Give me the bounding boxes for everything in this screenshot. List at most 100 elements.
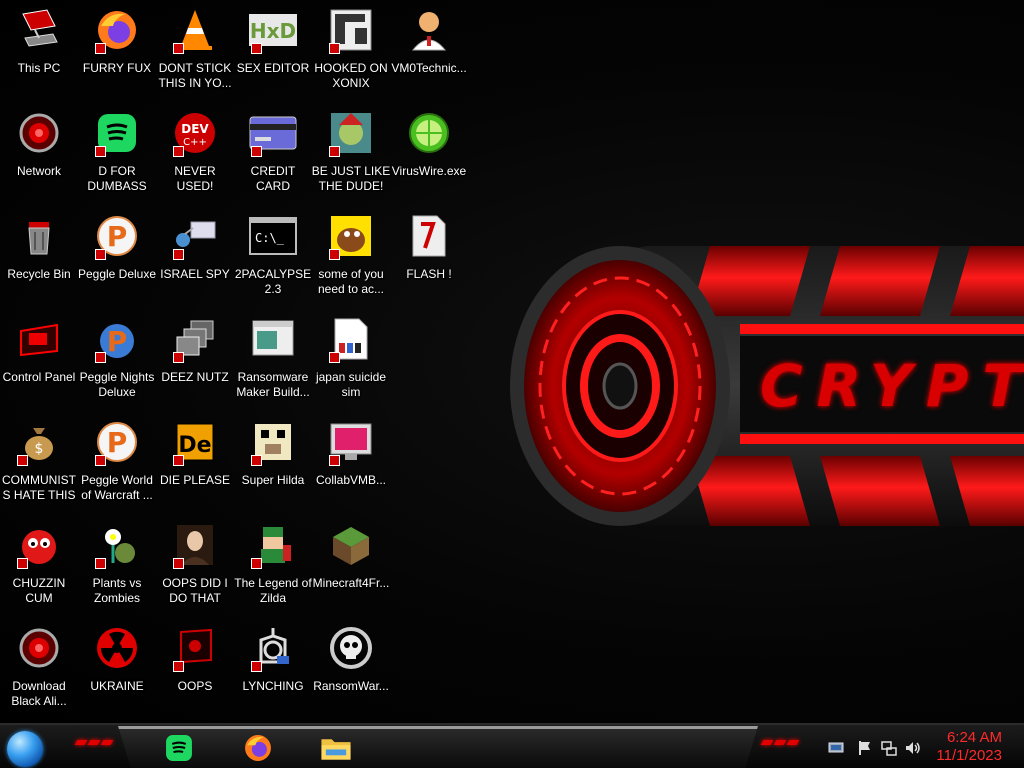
shortcut-arrow-icon [95,352,106,363]
monitor-red-icon [171,624,219,672]
svg-text:DEV: DEV [181,122,209,136]
desktop-icon-label: Network [16,164,61,178]
svg-text:$: $ [35,441,44,457]
monitor-pink-icon [327,418,375,466]
desktop-icon-recycle-bin[interactable]: Recycle Bin [0,206,78,306]
taskbar-app-area [118,726,758,768]
desktop-icon-israel-spy[interactable]: ISRAEL SPY [156,206,234,306]
desktop-icon-peggle-nights[interactable]: P Peggle Nights Deluxe [78,309,156,409]
desktop-icon-label: BE JUST LIKE THE DUDE! [311,164,391,193]
noose-icon [249,624,297,672]
svg-text:P: P [107,220,128,253]
xonix-maze-icon [327,6,375,54]
desktop-icon-ransomware-maker[interactable]: Ransomware Maker Build... [234,309,312,409]
desktop-icon-super-hilda[interactable]: Super Hilda [234,412,312,512]
shortcut-arrow-icon [17,455,28,466]
desktop-icon-ukraine[interactable]: UKRAINE [78,618,156,718]
desktop-icon-sex-editor[interactable]: HxD SEX EDITOR [234,0,312,100]
desktop-icon-d-for-dumbass[interactable]: D FOR DUMBASS [78,103,156,203]
desktop-icon-never-used[interactable]: DEV C++ NEVER USED! [156,103,234,203]
desktop-icon-label: some of you need to ac... [317,267,385,296]
shortcut-arrow-icon [329,352,340,363]
taskbar-decoration-right [760,740,800,746]
desktop-icon-peggle-deluxe[interactable]: P Peggle Deluxe [78,206,156,306]
desktop-icon-vm0technic[interactable]: VM0Technic... [390,0,468,100]
action-center-flag-icon[interactable] [857,740,873,756]
shortcut-arrow-icon [329,455,340,466]
desktop-icon-label: Super Hilda [241,473,305,487]
spotify-icon[interactable] [163,732,195,764]
pixel-dog-icon [249,418,297,466]
network-adapter-icon[interactable] [828,740,844,756]
desktop-icon-control-panel[interactable]: Control Panel [0,309,78,409]
money-bag-icon: $ [15,418,63,466]
shortcut-arrow-icon [95,146,106,157]
desktop-icon-download-black-ali[interactable]: Download Black Ali... [0,618,78,718]
desktop-icon-be-just-like-the-dude[interactable]: BE JUST LIKE THE DUDE! [312,103,390,203]
shortcut-arrow-icon [251,455,262,466]
desktop-icon-label: FLASH ! [406,267,452,281]
ethernet-icon[interactable] [881,740,897,756]
desktop-icon-furry-fux[interactable]: FURRY FUX [78,0,156,100]
clock-date[interactable]: 11/1/2023 [912,747,1002,764]
svg-text:C:\_: C:\_ [255,231,285,245]
desktop-icon-label: Recycle Bin [7,267,71,281]
desktop-icon-viruswire[interactable]: VirusWire.exe [390,103,468,203]
desktop-icon-dont-stick[interactable]: DONT STICK THIS IN YO... [156,0,234,100]
desktop[interactable]: CRYPTIC This PC Network Recycle Bin Cont… [0,0,1024,723]
flash-document-icon [405,212,453,260]
desktop-icon-minecraft[interactable]: Minecraft4Fr... [312,515,390,615]
desktop-icon-oops[interactable]: OOPS [156,618,234,718]
firefox-icon[interactable] [242,732,274,764]
desktop-icon-label: CREDIT CARD CHECKER [250,164,296,193]
desktop-icon-label: SEX EDITOR [236,61,310,75]
limewire-lime-icon [405,109,453,157]
desktop-icon-label: LYNCHING [242,679,304,693]
desktop-icon-ransomwar[interactable]: RansomWar... [312,618,390,718]
svg-text:P: P [107,426,128,459]
desktop-icon-label: Peggle Deluxe [77,267,157,281]
technician-avatar-icon [405,6,453,54]
shortcut-arrow-icon [173,352,184,363]
shortcut-arrow-icon [173,146,184,157]
taskbar-decoration-left [74,740,114,746]
desktop-icon-label: VM0Technic... [391,61,467,75]
desktop-icon-label: CHUZZIN CUM [12,576,66,605]
desktop-icon-japan-suicide-sim[interactable]: japan suicide sim [312,309,390,409]
shortcut-arrow-icon [95,43,106,54]
svg-text:P: P [107,325,128,358]
desktop-icon-peggle-wow[interactable]: P Peggle World of Warcraft ... [78,412,156,512]
shortcut-arrow-icon [173,558,184,569]
desktop-icon-flash[interactable]: FLASH ! [390,206,468,306]
desktop-icon-oops-did-i[interactable]: OOPS DID I DO THAT [156,515,234,615]
shortcut-arrow-icon [251,43,262,54]
clock-time[interactable]: 6:24 AM [912,729,1002,746]
desktop-icon-label: The Legend of Zilda [234,576,312,605]
start-button[interactable] [7,731,43,767]
desktop-icon-chuzzin[interactable]: CHUZZIN CUM [0,515,78,615]
skull-icon [327,624,375,672]
taskbar[interactable]: 6:24 AM 11/1/2023 [0,723,1024,768]
installer-window-icon [249,315,297,363]
desktop-icon-label: COMMUNISTS HATE THIS G... [2,473,76,502]
desktop-icon-this-pc[interactable]: This PC [0,0,78,100]
desktop-icon-plants-vs-zombies[interactable]: Plants vs Zombies [78,515,156,615]
desktop-icon-2pacalypse[interactable]: C:\_ 2PACALYPSE 2.3 [234,206,312,306]
file-explorer-icon[interactable] [320,732,352,764]
desktop-icon-communists[interactable]: $ COMMUNISTS HATE THIS G... [0,412,78,512]
pvz-flower-icon [93,521,141,569]
desktop-icon-collabvm[interactable]: CollabVMB... [312,412,390,512]
pixel-hero-icon [249,521,297,569]
desktop-icon-legend-of-zilda[interactable]: The Legend of Zilda [234,515,312,615]
desktop-icon-label: Control Panel [2,370,76,384]
desktop-icon-die-please[interactable]: De DIE PLEASE [156,412,234,512]
shortcut-arrow-icon [95,558,106,569]
desktop-icon-some-of-you[interactable]: some of you need to ac... [312,206,390,306]
desktop-icon-deez-nutz[interactable]: DEEZ NUTZ [156,309,234,409]
desktop-icon-hooked-on-xonix[interactable]: HOOKED ON XONIX [312,0,390,100]
desktop-icon-lynching[interactable]: LYNCHING [234,618,312,718]
desktop-icon-label: VirusWire.exe [391,164,467,178]
desktop-icon-credit-card[interactable]: CREDIT CARD CHECKER [234,103,312,203]
shortcut-arrow-icon [95,455,106,466]
desktop-icon-network[interactable]: Network [0,103,78,203]
